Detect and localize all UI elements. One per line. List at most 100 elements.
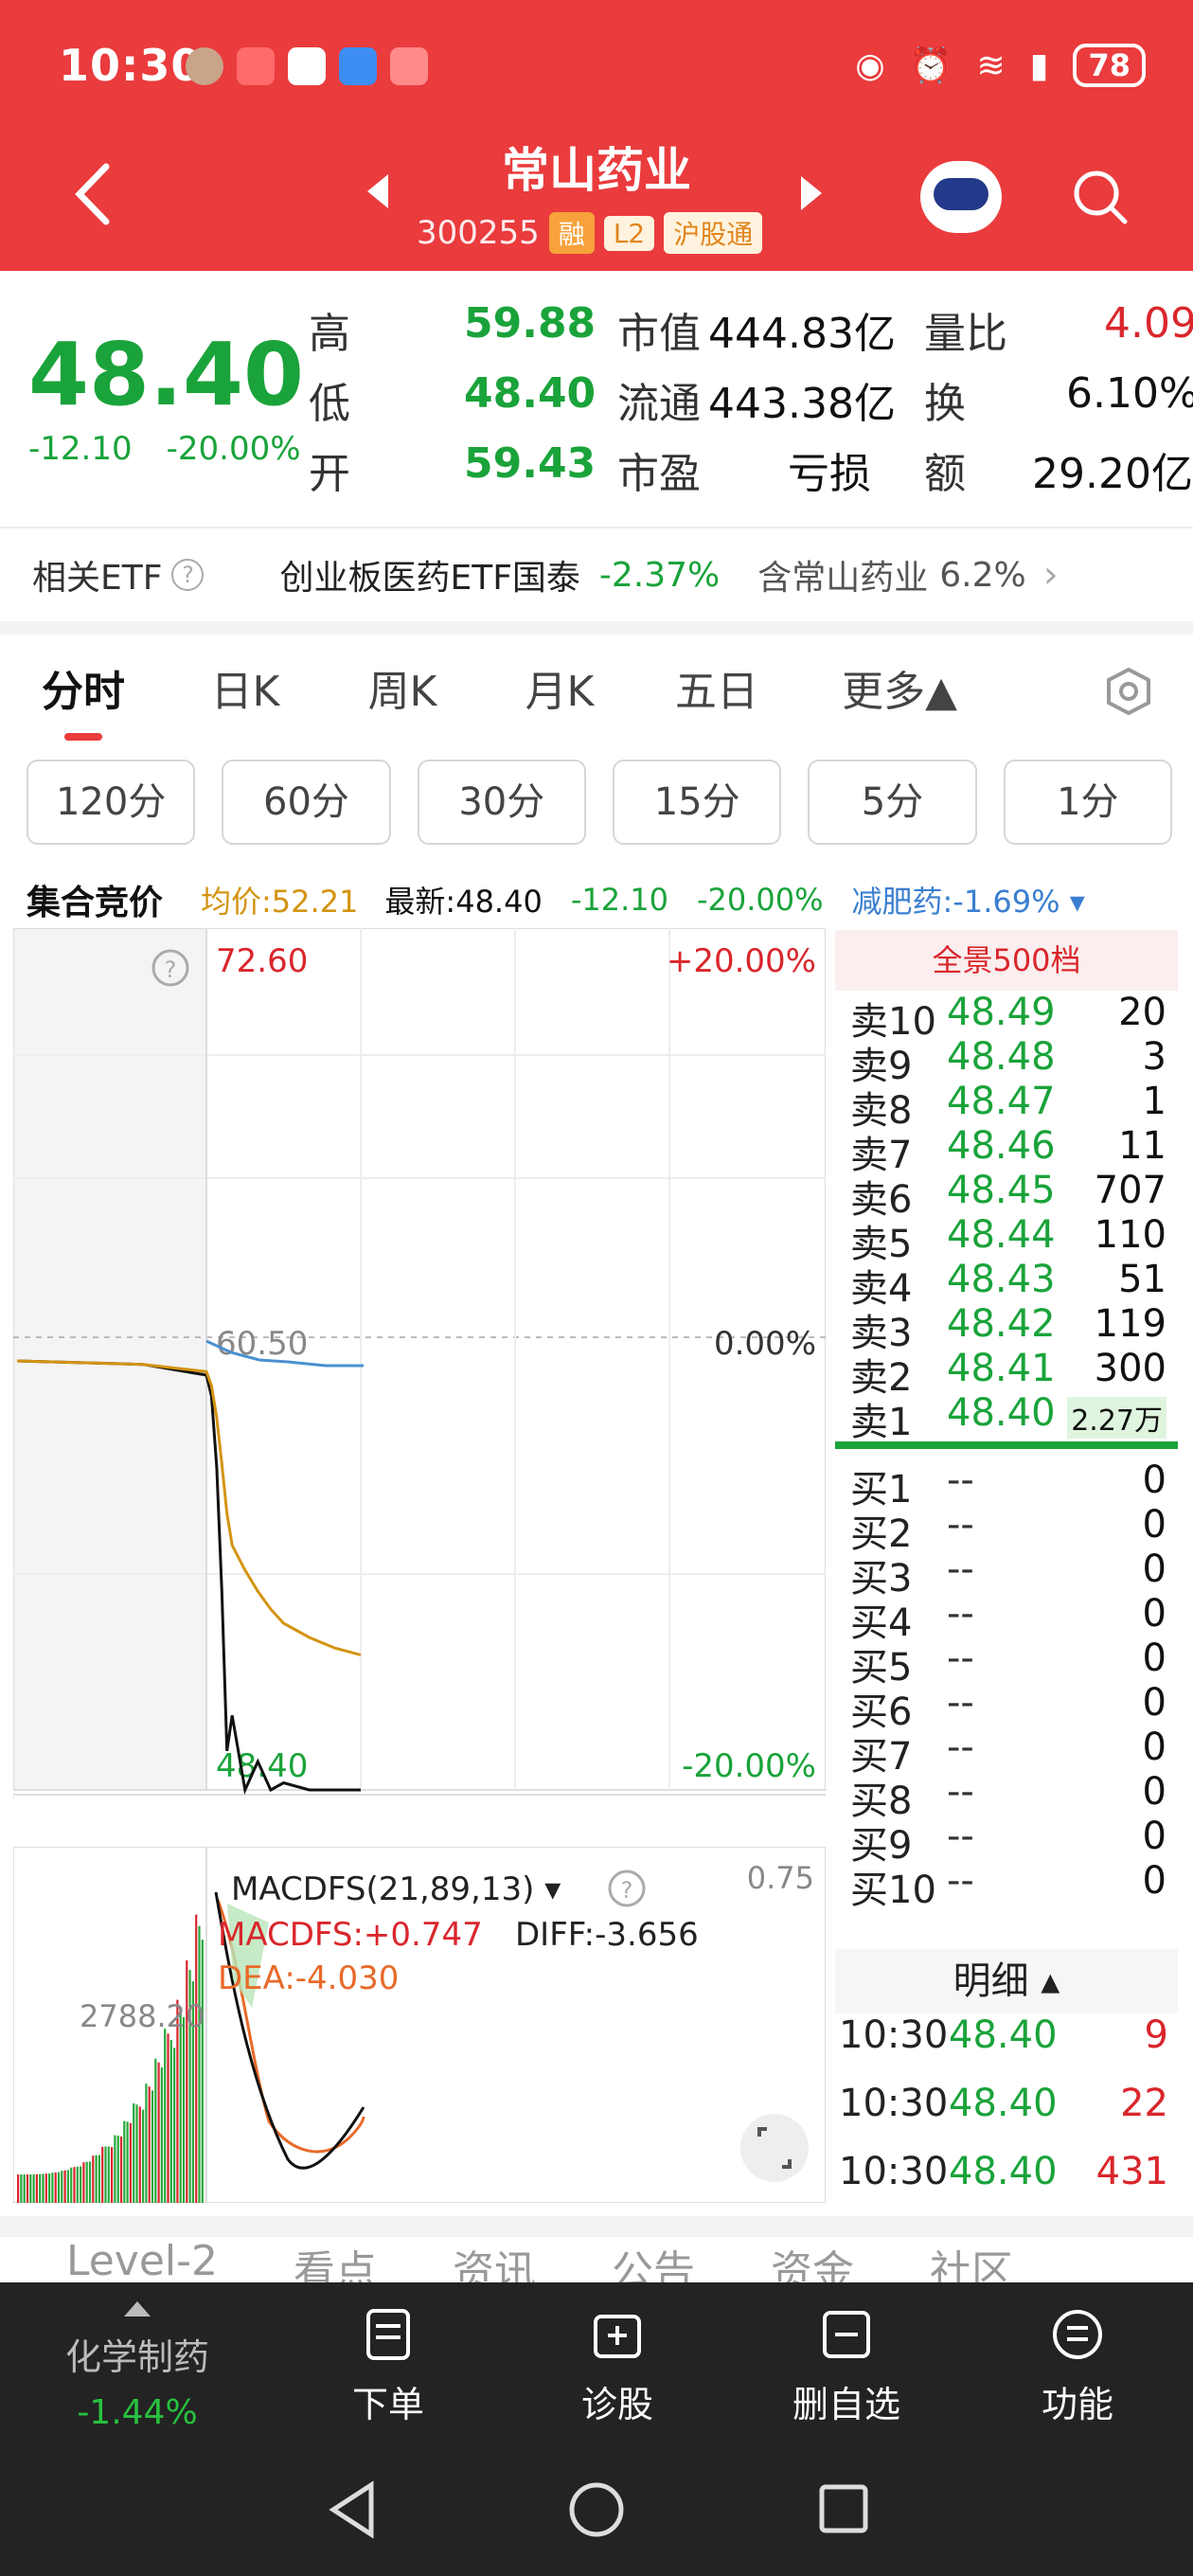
document-icon bbox=[366, 2309, 410, 2360]
peek-tab-community[interactable]: 社区 bbox=[930, 2237, 1013, 2282]
trade-vol: 431 bbox=[1095, 2150, 1168, 2193]
tab-five-day[interactable]: 五日 bbox=[638, 657, 795, 718]
etf-label: 相关ETF bbox=[32, 559, 163, 598]
functions-label: 功能 bbox=[1041, 2384, 1113, 2425]
tab-daily-k[interactable]: 日K bbox=[167, 657, 324, 718]
peek-tab-level2[interactable]: Level-2 bbox=[66, 2237, 218, 2282]
order-button[interactable]: 下单 bbox=[312, 2307, 464, 2427]
auction-volume-bar bbox=[135, 2104, 138, 2203]
expand-button[interactable] bbox=[740, 2114, 809, 2182]
auction-volume-bar bbox=[169, 2040, 172, 2203]
auction-volume-bar bbox=[95, 2155, 98, 2203]
peek-tab-highlights[interactable]: 看点 bbox=[294, 2237, 377, 2282]
open-value: 59.43 bbox=[464, 439, 596, 488]
ask-row[interactable]: 卖2 48.41 300 bbox=[835, 1347, 1178, 1400]
bid-row[interactable]: 买1 -- 0 bbox=[835, 1458, 1178, 1512]
bid-row[interactable]: 买4 -- 0 bbox=[835, 1592, 1178, 1645]
period-15[interactable]: 15分 bbox=[612, 760, 782, 845]
peek-tab-funds[interactable]: 资金 bbox=[771, 2237, 854, 2282]
ask-row[interactable]: 卖4 48.43 51 bbox=[835, 1258, 1178, 1311]
high-label: 高 bbox=[309, 310, 350, 358]
auction-volume-bar bbox=[88, 2161, 92, 2203]
peek-tab-news[interactable]: 资讯 bbox=[453, 2237, 536, 2282]
ask-row[interactable]: 卖6 48.45 707 bbox=[835, 1169, 1178, 1222]
detail-header[interactable]: 明细 ▴ bbox=[835, 1949, 1178, 2013]
bid-row[interactable]: 买5 -- 0 bbox=[835, 1637, 1178, 1690]
bid-row[interactable]: 买3 -- 0 bbox=[835, 1547, 1178, 1601]
book-app-icon bbox=[237, 47, 275, 85]
ask-row[interactable]: 卖1 48.40 2.27万 bbox=[835, 1391, 1178, 1444]
ask-volume: 11 bbox=[1118, 1124, 1166, 1168]
battery-icon: 78 bbox=[1073, 44, 1146, 87]
auction-volume-bar bbox=[126, 2121, 129, 2203]
next-stock-icon[interactable] bbox=[801, 176, 822, 210]
ask-row[interactable]: 卖3 48.42 119 bbox=[835, 1302, 1178, 1355]
prev-stock-icon[interactable] bbox=[367, 174, 388, 208]
auction-volume-bar bbox=[119, 2136, 123, 2203]
bid-row[interactable]: 买2 -- 0 bbox=[835, 1503, 1178, 1556]
back-icon[interactable] bbox=[70, 161, 117, 227]
bid-row[interactable]: 买7 -- 0 bbox=[835, 1726, 1178, 1779]
peek-tab-announce[interactable]: 公告 bbox=[612, 2237, 695, 2282]
ask-row[interactable]: 卖5 48.44 110 bbox=[835, 1213, 1178, 1266]
turnover-label: 换 bbox=[924, 380, 966, 428]
macd-title[interactable]: MACDFS(21,89,13) ▾ bbox=[231, 1870, 561, 1908]
period-30[interactable]: 30分 bbox=[417, 760, 586, 845]
bid-row[interactable]: 买9 -- 0 bbox=[835, 1815, 1178, 1868]
help-icon[interactable]: ? bbox=[171, 559, 205, 591]
mktcap-value: 444.83亿 bbox=[708, 310, 896, 358]
intraday-chart[interactable]: ? 72.60 +20.00% 60.50 0.00% 48.40 -20.00… bbox=[13, 928, 826, 1799]
ask-volume: 119 bbox=[1094, 1302, 1166, 1346]
bid-row[interactable]: 买10 -- 0 bbox=[835, 1859, 1178, 1912]
bid-row[interactable]: 买8 -- 0 bbox=[835, 1770, 1178, 1823]
ask-row[interactable]: 卖7 48.46 11 bbox=[835, 1124, 1178, 1177]
period-5[interactable]: 5分 bbox=[808, 760, 977, 845]
order-book-header[interactable]: 全景500档 bbox=[835, 930, 1178, 991]
bid-row[interactable]: 买6 -- 0 bbox=[835, 1681, 1178, 1734]
auction-label[interactable]: 集合竞价 bbox=[27, 875, 163, 924]
settings-hex-icon[interactable] bbox=[1104, 667, 1153, 716]
tab-more[interactable]: 更多▲ bbox=[795, 657, 1004, 718]
auction-volume-bar bbox=[186, 1959, 188, 2203]
sector-link[interactable]: 减肥药:-1.69% ▾ bbox=[852, 878, 1085, 921]
chart-info-line: 集合竞价 均价:52.21 最新:48.40 -12.10 -20.00% 减肥… bbox=[0, 871, 1193, 928]
trade-vol: 22 bbox=[1120, 2082, 1168, 2125]
macd-panel[interactable]: 2788.20 MACDFS(21,89,13) ▾ ? 0.75 MACDFS… bbox=[12, 1846, 827, 2204]
search-icon[interactable] bbox=[1072, 169, 1129, 225]
price-axis-high: 72.60 bbox=[216, 942, 308, 980]
auction-volume-bar bbox=[138, 2106, 141, 2203]
info-change-pct: -20.00% bbox=[696, 882, 824, 918]
remove-watchlist-button[interactable]: 删自选 bbox=[771, 2307, 922, 2427]
auction-volume-bar bbox=[198, 1925, 201, 2203]
robot-assistant-icon[interactable] bbox=[920, 161, 1002, 233]
ask-row[interactable]: 卖10 48.49 20 bbox=[835, 991, 1178, 1044]
menu-circle-icon bbox=[1053, 2310, 1102, 2359]
tab-intraday[interactable]: 分时 bbox=[0, 657, 167, 741]
tab-monthly-k[interactable]: 月K bbox=[481, 657, 638, 718]
period-120[interactable]: 120分 bbox=[27, 760, 196, 845]
nav-home-icon[interactable] bbox=[569, 2482, 624, 2537]
related-etf-row[interactable]: 相关ETF ? 创业板医药ETF国泰 -2.37% 含常山药业 6.2% › bbox=[0, 527, 1193, 621]
auction-volume-bar bbox=[32, 2174, 35, 2203]
nav-back-icon[interactable] bbox=[329, 2480, 374, 2539]
bid-volume: 0 bbox=[1142, 1547, 1166, 1591]
nav-recents-icon[interactable] bbox=[819, 2484, 868, 2533]
period-1[interactable]: 1分 bbox=[1003, 760, 1172, 845]
bid-price: -- bbox=[947, 1726, 974, 1769]
diagnose-button[interactable]: 诊股 bbox=[542, 2307, 693, 2427]
auction-volume-bar bbox=[35, 2174, 38, 2203]
ask-row[interactable]: 卖9 48.48 3 bbox=[835, 1035, 1178, 1088]
ask-price: 48.40 bbox=[947, 1391, 1056, 1435]
bid-list: 买1 -- 0 买2 -- 0 买3 -- 0 买4 -- 0 买5 -- 0 买6 -- 0 买7 -- 0 买8 -- 0… bbox=[835, 1458, 1178, 1912]
ask-row[interactable]: 卖8 48.47 1 bbox=[835, 1080, 1178, 1133]
functions-button[interactable]: 功能 bbox=[1002, 2307, 1153, 2427]
trade-list: 10:30 48.40 9 10:30 48.40 22 10:30 48.40 431 bbox=[835, 2013, 1178, 2218]
alarm-icon: ⏰ bbox=[909, 46, 953, 85]
tab-weekly-k[interactable]: 周K bbox=[324, 657, 481, 718]
auction-volume-bar bbox=[26, 2174, 29, 2203]
industry-indicator[interactable]: 化学制药 -1.44% bbox=[38, 2292, 237, 2432]
bid-volume: 0 bbox=[1142, 1815, 1166, 1858]
trade-time: 10:30 bbox=[839, 2150, 949, 2193]
period-60[interactable]: 60分 bbox=[222, 760, 391, 845]
order-book[interactable]: 全景500档 卖10 48.49 20 卖9 48.48 3 卖8 48.47 1 卖7 48.46… bbox=[835, 930, 1178, 1912]
